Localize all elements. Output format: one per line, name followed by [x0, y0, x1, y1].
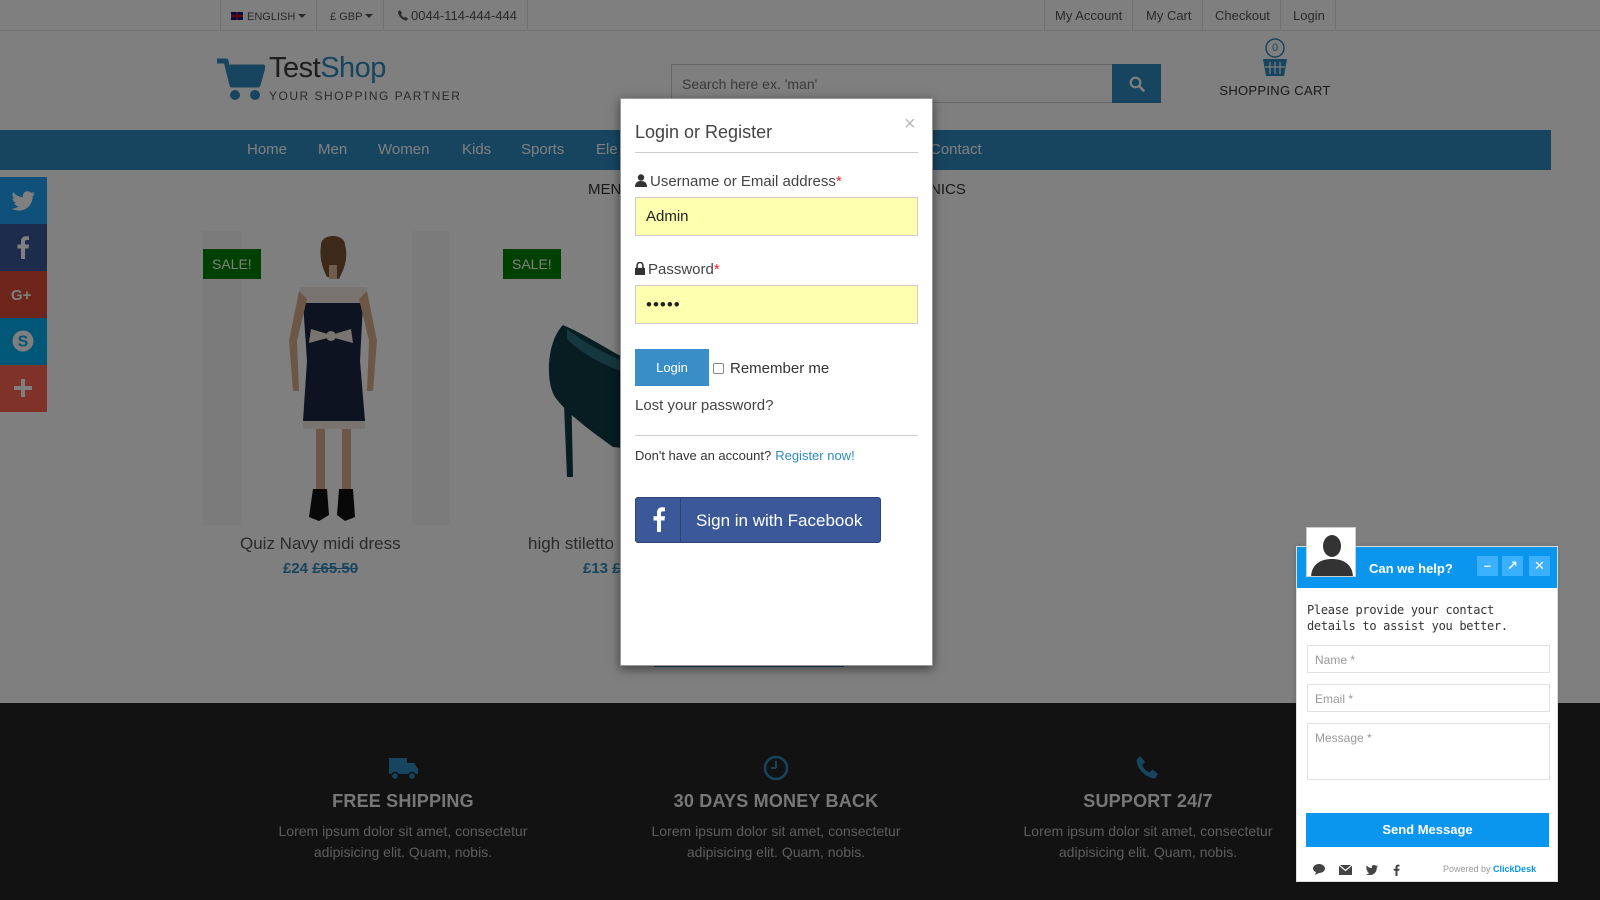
login-button[interactable]: Login	[635, 349, 709, 386]
chat-close-button[interactable]: ✕	[1529, 556, 1550, 576]
email-icon[interactable]	[1339, 865, 1352, 875]
password-label: Password*	[635, 261, 720, 278]
username-label: Username or Email address*	[635, 173, 842, 190]
facebook-signin-label: Sign in with Facebook	[696, 511, 863, 530]
chat-bubble-icon[interactable]	[1313, 864, 1325, 875]
username-input[interactable]	[635, 197, 918, 236]
modal-title: Login or Register	[635, 122, 773, 142]
password-input[interactable]: •••••	[635, 285, 918, 324]
facebook-icon[interactable]	[1393, 864, 1400, 876]
remember-me-checkbox[interactable]	[713, 363, 724, 374]
lost-password-link[interactable]: Lost your password?	[635, 397, 773, 414]
twitter-icon[interactable]	[1366, 865, 1378, 875]
divider	[635, 435, 918, 436]
remember-me-label[interactable]: Remember me	[730, 360, 829, 377]
user-icon	[635, 174, 647, 187]
facebook-icon	[636, 498, 681, 542]
register-prompt: Don't have an account? Register now!	[635, 448, 855, 463]
lock-icon	[635, 261, 645, 275]
chat-widget: Can we help? – ↗ ✕ Please provide your c…	[1296, 527, 1558, 882]
facebook-signin-button[interactable]: Sign in with Facebook	[635, 497, 881, 543]
chat-intro: Please provide your contact details to a…	[1307, 603, 1508, 633]
powered-by-label[interactable]: Powered by ClickDesk	[1443, 864, 1536, 874]
popout-button[interactable]: ↗	[1502, 556, 1523, 576]
user-silhouette-icon	[1307, 528, 1355, 576]
chat-email-field[interactable]: Email *	[1307, 684, 1550, 712]
register-link[interactable]: Register now!	[775, 448, 854, 463]
divider	[635, 152, 918, 153]
agent-avatar	[1306, 527, 1356, 577]
login-modal: × Login or Register Username or Email ad…	[620, 98, 933, 666]
close-icon[interactable]: ×	[904, 114, 916, 134]
minimize-button[interactable]: –	[1477, 556, 1498, 576]
chat-message-field[interactable]: Message *	[1307, 723, 1550, 780]
chat-name-field[interactable]: Name *	[1307, 645, 1550, 673]
chat-title: Can we help?	[1369, 561, 1453, 576]
chat-footer: Powered by ClickDesk	[1297, 857, 1557, 881]
send-message-button[interactable]: Send Message	[1306, 813, 1549, 847]
